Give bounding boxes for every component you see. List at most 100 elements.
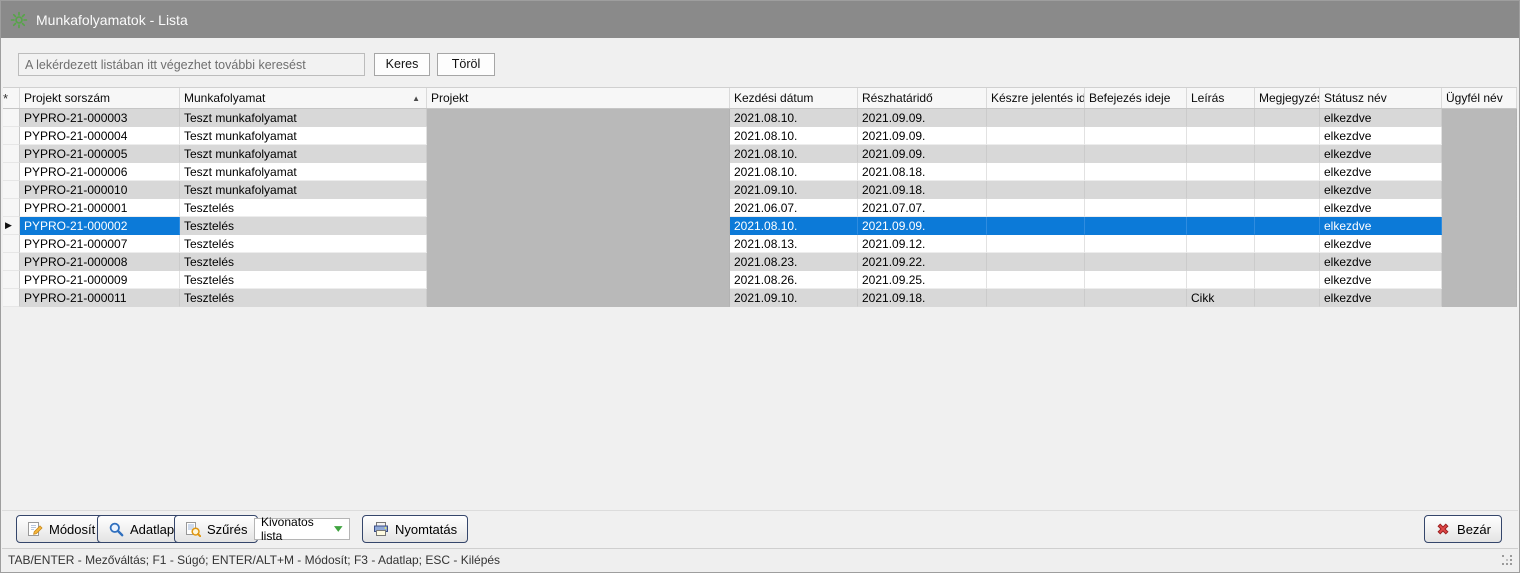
- cell-ugyfel_nev[interactable]: [1442, 181, 1517, 199]
- search-button[interactable]: Keres: [374, 53, 430, 76]
- column-header-statusz_nev[interactable]: Státusz név: [1320, 88, 1442, 108]
- table-row[interactable]: PYPRO-21-000010Teszt munkafolyamat2021.0…: [3, 181, 1517, 199]
- cell-keszre_jelentes[interactable]: [987, 145, 1085, 163]
- cell-projekt[interactable]: [427, 127, 730, 145]
- cell-ugyfel_nev[interactable]: [1442, 217, 1517, 235]
- cell-ugyfel_nev[interactable]: [1442, 199, 1517, 217]
- column-header-reszhatarido[interactable]: Részhatáridő: [858, 88, 987, 108]
- cell-befejezes_ideje[interactable]: [1085, 109, 1187, 127]
- cell-megjegyzes[interactable]: [1255, 199, 1320, 217]
- row-indicator-cell[interactable]: [3, 109, 20, 127]
- cell-kezdesi_datum[interactable]: 2021.08.26.: [730, 271, 858, 289]
- cell-projekt_sorszam[interactable]: PYPRO-21-000007: [20, 235, 180, 253]
- column-header-leiras[interactable]: Leírás: [1187, 88, 1255, 108]
- column-header-keszre_jelentes[interactable]: Készre jelentés ideje: [987, 88, 1085, 108]
- cell-kezdesi_datum[interactable]: 2021.08.10.: [730, 127, 858, 145]
- table-row[interactable]: PYPRO-21-000005Teszt munkafolyamat2021.0…: [3, 145, 1517, 163]
- row-indicator-cell[interactable]: [3, 145, 20, 163]
- table-row[interactable]: PYPRO-21-000004Teszt munkafolyamat2021.0…: [3, 127, 1517, 145]
- cell-keszre_jelentes[interactable]: [987, 289, 1085, 307]
- cell-kezdesi_datum[interactable]: 2021.08.10.: [730, 163, 858, 181]
- cell-projekt[interactable]: [427, 271, 730, 289]
- cell-statusz_nev[interactable]: elkezdve: [1320, 235, 1442, 253]
- cell-ugyfel_nev[interactable]: [1442, 145, 1517, 163]
- cell-leiras[interactable]: Cikk: [1187, 289, 1255, 307]
- cell-befejezes_ideje[interactable]: [1085, 253, 1187, 271]
- table-row[interactable]: PYPRO-21-000003Teszt munkafolyamat 2021.0…: [3, 109, 1517, 127]
- cell-befejezes_ideje[interactable]: [1085, 127, 1187, 145]
- cell-reszhatarido[interactable]: 2021.08.18.: [858, 163, 987, 181]
- cell-leiras[interactable]: [1187, 235, 1255, 253]
- cell-megjegyzes[interactable]: [1255, 271, 1320, 289]
- list-type-dropdown[interactable]: Kivonatos lista: [254, 518, 350, 540]
- table-row[interactable]: PYPRO-21-000001Tesztelés2021.06.07.2021.…: [3, 199, 1517, 217]
- cell-kezdesi_datum[interactable]: 2021.08.10.: [730, 109, 858, 127]
- cell-projekt[interactable]: [427, 109, 730, 127]
- row-indicator-cell[interactable]: [3, 271, 20, 289]
- cell-munkafolyamat[interactable]: Tesztelés: [180, 253, 427, 271]
- cell-ugyfel_nev[interactable]: [1442, 109, 1517, 127]
- cell-ugyfel_nev[interactable]: [1442, 235, 1517, 253]
- cell-projekt[interactable]: [427, 163, 730, 181]
- resize-grip-icon[interactable]: [1502, 555, 1514, 567]
- cell-leiras[interactable]: [1187, 109, 1255, 127]
- cell-munkafolyamat[interactable]: Tesztelés: [180, 235, 427, 253]
- cell-projekt[interactable]: [427, 181, 730, 199]
- row-indicator-cell[interactable]: [3, 181, 20, 199]
- cell-megjegyzes[interactable]: [1255, 145, 1320, 163]
- cell-keszre_jelentes[interactable]: [987, 271, 1085, 289]
- cell-kezdesi_datum[interactable]: 2021.09.10.: [730, 289, 858, 307]
- cell-projekt[interactable]: [427, 217, 730, 235]
- cell-leiras[interactable]: [1187, 163, 1255, 181]
- cell-leiras[interactable]: [1187, 271, 1255, 289]
- table-row[interactable]: PYPRO-21-000009Tesztelés2021.08.26.2021.…: [3, 271, 1517, 289]
- cell-reszhatarido[interactable]: 2021.09.09.: [858, 127, 987, 145]
- cell-kezdesi_datum[interactable]: 2021.08.13.: [730, 235, 858, 253]
- filter-button[interactable]: Szűrés: [174, 515, 258, 543]
- cell-statusz_nev[interactable]: elkezdve: [1320, 181, 1442, 199]
- row-indicator-cell[interactable]: [3, 253, 20, 271]
- cell-ugyfel_nev[interactable]: [1442, 289, 1517, 307]
- cell-megjegyzes[interactable]: [1255, 253, 1320, 271]
- row-indicator-cell[interactable]: [3, 235, 20, 253]
- clear-search-button[interactable]: Töröl: [437, 53, 495, 76]
- cell-keszre_jelentes[interactable]: [987, 163, 1085, 181]
- cell-megjegyzes[interactable]: [1255, 163, 1320, 181]
- cell-munkafolyamat[interactable]: Teszt munkafolyamat: [180, 163, 427, 181]
- modify-button[interactable]: Módosít: [16, 515, 106, 543]
- cell-leiras[interactable]: [1187, 253, 1255, 271]
- cell-megjegyzes[interactable]: [1255, 181, 1320, 199]
- column-header-befejezes_ideje[interactable]: Befejezés ideje: [1085, 88, 1187, 108]
- cell-munkafolyamat[interactable]: Teszt munkafolyamat: [180, 127, 427, 145]
- cell-statusz_nev[interactable]: elkezdve: [1320, 145, 1442, 163]
- cell-befejezes_ideje[interactable]: [1085, 217, 1187, 235]
- column-header-megjegyzes[interactable]: Megjegyzés: [1255, 88, 1320, 108]
- cell-projekt_sorszam[interactable]: PYPRO-21-000006: [20, 163, 180, 181]
- cell-statusz_nev[interactable]: elkezdve: [1320, 271, 1442, 289]
- row-indicator-cell[interactable]: [3, 199, 20, 217]
- cell-reszhatarido[interactable]: 2021.09.12.: [858, 235, 987, 253]
- cell-befejezes_ideje[interactable]: [1085, 181, 1187, 199]
- cell-projekt_sorszam[interactable]: PYPRO-21-000002: [20, 217, 180, 235]
- column-header-ugyfel_nev[interactable]: Ügyfél név: [1442, 88, 1517, 108]
- cell-befejezes_ideje[interactable]: [1085, 289, 1187, 307]
- cell-keszre_jelentes[interactable]: [987, 127, 1085, 145]
- cell-megjegyzes[interactable]: [1255, 289, 1320, 307]
- cell-reszhatarido[interactable]: 2021.07.07.: [858, 199, 987, 217]
- cell-reszhatarido[interactable]: 2021.09.09.: [858, 145, 987, 163]
- cell-leiras[interactable]: [1187, 127, 1255, 145]
- cell-munkafolyamat[interactable]: Teszt munkafolyamat: [180, 145, 427, 163]
- cell-statusz_nev[interactable]: elkezdve: [1320, 253, 1442, 271]
- cell-projekt[interactable]: [427, 199, 730, 217]
- row-indicator-cell[interactable]: [3, 163, 20, 181]
- cell-munkafolyamat[interactable]: Tesztelés: [180, 217, 427, 235]
- cell-munkafolyamat[interactable]: Tesztelés: [180, 271, 427, 289]
- cell-statusz_nev[interactable]: elkezdve: [1320, 199, 1442, 217]
- cell-reszhatarido[interactable]: 2021.09.09.: [858, 109, 987, 127]
- cell-keszre_jelentes[interactable]: [987, 199, 1085, 217]
- print-button[interactable]: Nyomtatás: [362, 515, 468, 543]
- cell-munkafolyamat[interactable]: Teszt munkafolyamat: [180, 109, 427, 127]
- cell-projekt[interactable]: [427, 253, 730, 271]
- column-header-row_indicator[interactable]: *: [3, 88, 20, 108]
- cell-projekt_sorszam[interactable]: PYPRO-21-000003: [20, 109, 180, 127]
